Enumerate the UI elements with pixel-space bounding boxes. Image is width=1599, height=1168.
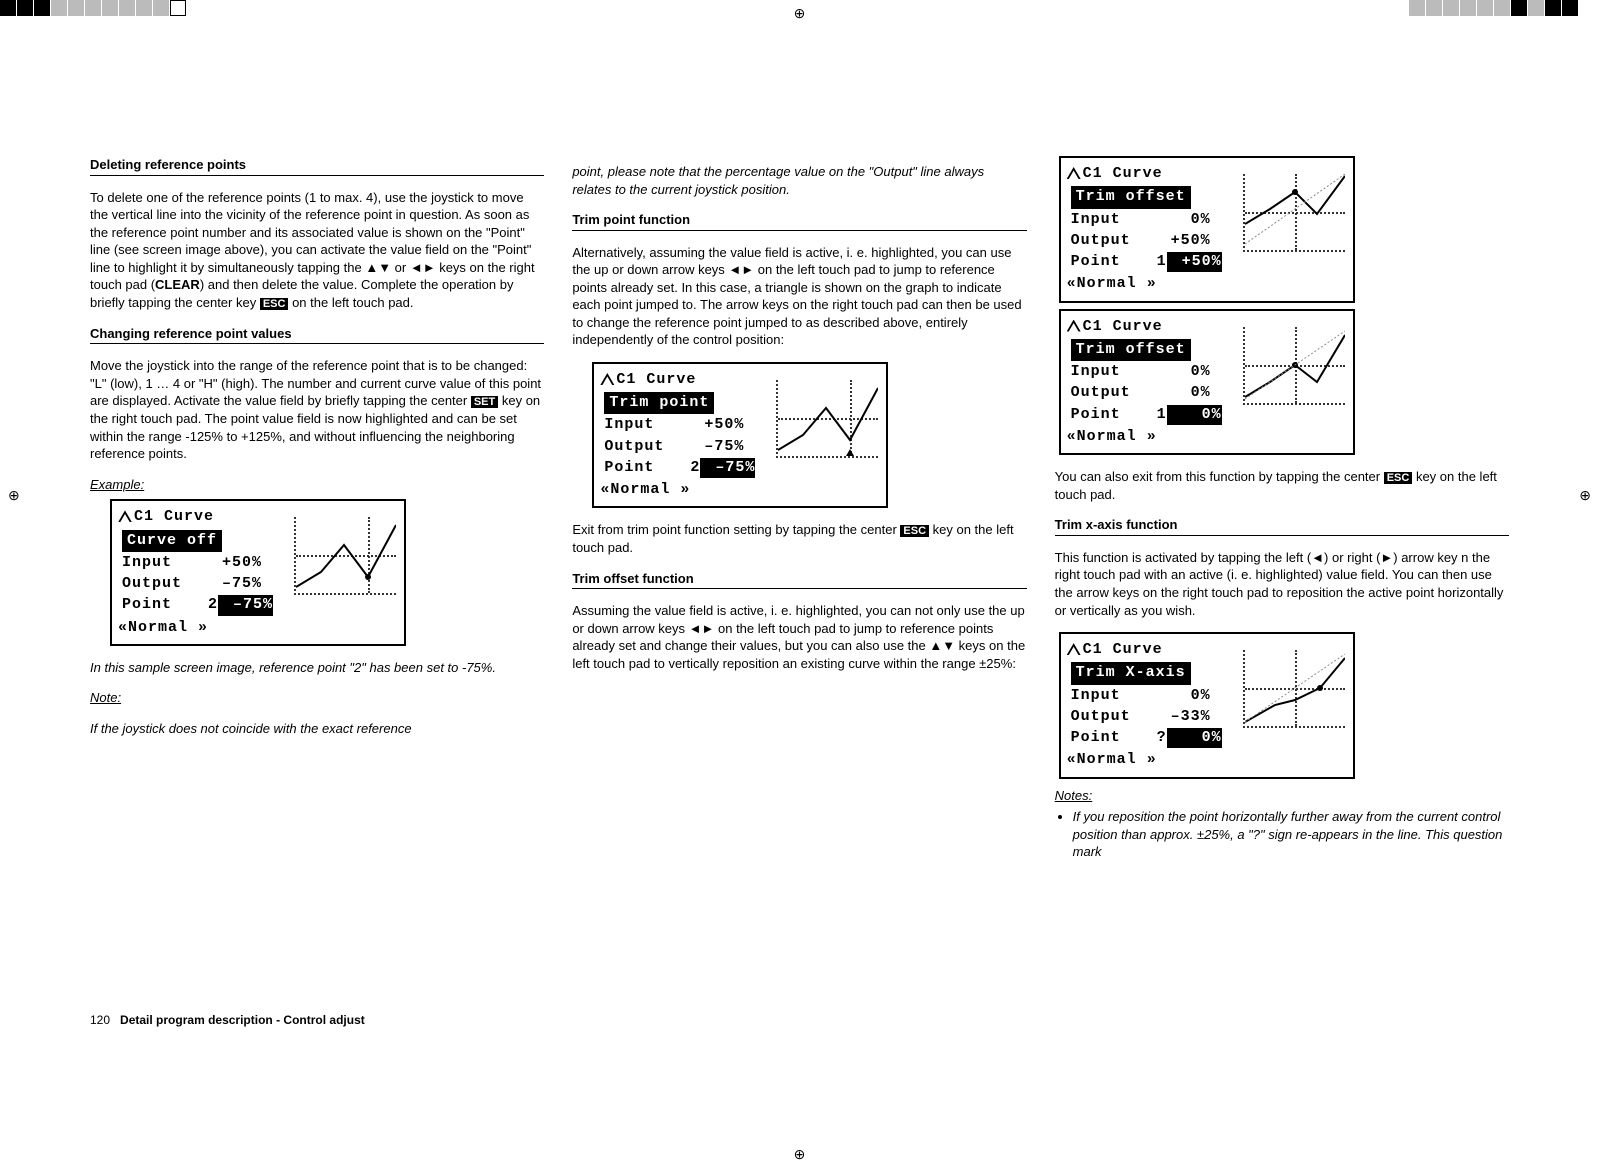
note-text: If the joystick does not coincide with t… <box>90 720 544 738</box>
lcd-nav: «Normal » <box>600 480 880 500</box>
footer-title: Detail program description - Control adj… <box>120 1013 365 1027</box>
curve-icon <box>1067 167 1081 179</box>
set-key: SET <box>471 396 498 408</box>
crosshair-bottom-icon: ⊕ <box>794 1145 806 1164</box>
text-esc-exit-2: You can also exit from this function by … <box>1055 468 1509 503</box>
heading-deleting: Deleting reference points <box>90 156 544 176</box>
text-trim-offset: Assuming the value field is active, i. e… <box>572 602 1026 672</box>
reg-marks-top-right <box>1409 0 1579 16</box>
lcd-graph <box>776 380 878 458</box>
crosshair-top-icon: ⊕ <box>794 4 806 23</box>
heading-trim-point: Trim point function <box>572 211 1026 231</box>
page-footer: 120 Detail program description - Control… <box>90 1012 365 1028</box>
text-deleting: To delete one of the reference points (1… <box>90 189 544 312</box>
lcd-graph <box>294 517 396 595</box>
lcd-nav: «Normal » <box>1067 274 1347 294</box>
lcd-graph <box>1243 327 1345 405</box>
lcd-trim-offset-1: C1 Curve Trim offset Input0% Output+50% … <box>1059 156 1355 303</box>
content-columns: Deleting reference points To delete one … <box>0 0 1599 861</box>
heading-changing: Changing reference point values <box>90 325 544 345</box>
note-heading: Note: <box>90 689 544 707</box>
note-item: If you reposition the point horizontally… <box>1073 808 1509 861</box>
crosshair-right-icon: ⊕ <box>1579 486 1591 505</box>
column-1: Deleting reference points To delete one … <box>90 150 544 861</box>
crosshair-left-icon: ⊕ <box>8 486 20 505</box>
lcd-nav: «Normal » <box>1067 427 1347 447</box>
lcd-graph <box>1243 650 1345 728</box>
lcd-trim-x: C1 Curve Trim X-axis Input0% Output–33% … <box>1059 632 1355 779</box>
text-caption: In this sample screen image, reference p… <box>90 659 544 677</box>
column-2: point, please note that the percentage v… <box>572 150 1026 861</box>
lcd-trim-offset-2: C1 Curve Trim offset Input0% Output0% Po… <box>1059 309 1355 456</box>
text-trim-x: This function is activated by tapping th… <box>1055 549 1509 619</box>
curve-icon <box>600 373 614 385</box>
text-changing: Move the joystick into the range of the … <box>90 357 544 463</box>
lcd-curve-off: C1 Curve Curve off Input+50% Output–75% … <box>110 499 406 646</box>
lcd-graph <box>1243 174 1345 252</box>
text-continued: point, please note that the percentage v… <box>572 163 1026 198</box>
lcd-nav: «Normal » <box>118 618 398 638</box>
column-3: C1 Curve Trim offset Input0% Output+50% … <box>1055 150 1509 861</box>
heading-trim-offset: Trim offset function <box>572 570 1026 590</box>
lcd-trim-point: C1 Curve Trim point Input+50% Output–75%… <box>592 362 888 509</box>
heading-trim-x: Trim x-axis function <box>1055 516 1509 536</box>
lcd-nav: «Normal » <box>1067 750 1347 770</box>
text-esc-exit: Exit from trim point function setting by… <box>572 521 1026 556</box>
esc-key: ESC <box>260 298 289 310</box>
curve-icon <box>1067 320 1081 332</box>
example-label: Example: <box>90 476 544 494</box>
page-number: 120 <box>90 1013 110 1027</box>
text-trim-point: Alternatively, assuming the value field … <box>572 244 1026 349</box>
esc-key: ESC <box>1384 472 1413 484</box>
curve-icon <box>118 510 132 522</box>
curve-icon <box>1067 643 1081 655</box>
notes-heading: Notes: <box>1055 787 1509 805</box>
notes-list: If you reposition the point horizontally… <box>1055 808 1509 861</box>
page: ⊕ ⊕ ⊕ ⊕ Deleting reference points To del… <box>0 0 1599 1168</box>
esc-key: ESC <box>900 525 929 537</box>
